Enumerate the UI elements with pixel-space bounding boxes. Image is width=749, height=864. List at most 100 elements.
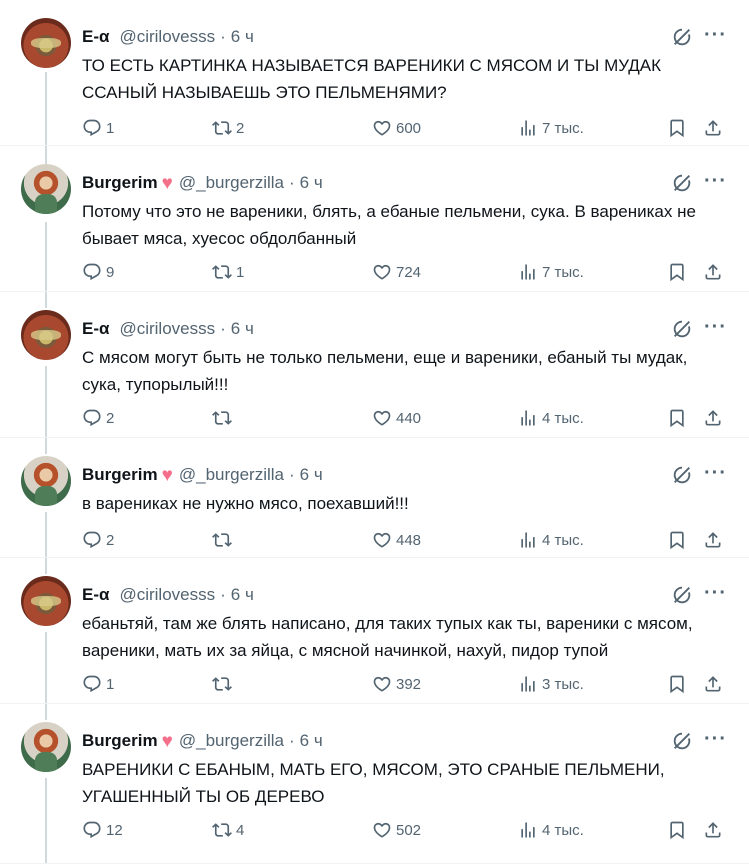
- reply-count: 2: [106, 409, 115, 427]
- share-button[interactable]: [703, 262, 727, 282]
- grok-icon[interactable]: [671, 730, 693, 752]
- like-button[interactable]: 392: [372, 674, 421, 694]
- views-count: 4 тыс.: [542, 821, 584, 839]
- views-button[interactable]: 3 тыс.: [518, 674, 584, 694]
- bookmark-button[interactable]: [667, 674, 691, 694]
- retweet-button[interactable]: 4: [212, 820, 244, 840]
- author-name[interactable]: E-α: [82, 319, 109, 339]
- reply-button[interactable]: 9: [82, 262, 114, 282]
- author-handle[interactable]: @_burgerzilla: [179, 731, 284, 751]
- author-handle[interactable]: @cirilovesss: [119, 319, 215, 339]
- tweet-header: E-α @cirilovesss · 6 ч: [82, 318, 729, 340]
- bookmark-icon: [667, 530, 687, 550]
- tweet-text: ВАРЕНИКИ С ЕБАНЫМ, МАТЬ ЕГО, МЯСОМ, ЭТО …: [82, 760, 665, 806]
- action-bar: 2 440 4 тыс.: [82, 408, 727, 432]
- grok-icon[interactable]: [671, 584, 693, 606]
- reply-button[interactable]: 12: [82, 820, 123, 840]
- like-count: 502: [396, 821, 422, 839]
- tweet-text: С мясом могут быть не только пельмени, е…: [82, 348, 688, 394]
- timestamp[interactable]: 6 ч: [231, 319, 254, 339]
- share-button[interactable]: [703, 408, 727, 428]
- more-icon[interactable]: ···: [704, 24, 727, 47]
- tweet[interactable]: Burgerim ♥ @_burgerzilla · 6 ч ··· ВАРЕН…: [0, 704, 749, 864]
- bookmark-button[interactable]: [667, 118, 691, 138]
- author-handle[interactable]: @cirilovesss: [119, 27, 215, 47]
- retweet-button[interactable]: [212, 408, 236, 428]
- grok-icon[interactable]: [671, 26, 693, 48]
- share-button[interactable]: [703, 674, 727, 694]
- reply-button[interactable]: 2: [82, 530, 114, 550]
- grok-icon[interactable]: [671, 172, 693, 194]
- more-icon[interactable]: ···: [704, 462, 727, 485]
- reply-button[interactable]: 1: [82, 118, 114, 138]
- timestamp[interactable]: 6 ч: [300, 731, 323, 751]
- grok-icon[interactable]: [671, 464, 693, 486]
- like-button[interactable]: 502: [372, 820, 421, 840]
- tweet[interactable]: E-α @cirilovesss · 6 ч ··· ТО ЕСТЬ КАРТИ…: [0, 0, 749, 146]
- avatar[interactable]: [21, 722, 71, 772]
- avatar[interactable]: [21, 164, 71, 214]
- heart-icon: [372, 118, 392, 138]
- author-name[interactable]: Burgerim: [82, 465, 158, 485]
- like-button[interactable]: 448: [372, 530, 421, 550]
- timestamp[interactable]: 6 ч: [300, 465, 323, 485]
- author-name[interactable]: E-α: [82, 585, 109, 605]
- timestamp[interactable]: 6 ч: [231, 27, 254, 47]
- bookmark-button[interactable]: [667, 530, 691, 550]
- tweet[interactable]: E-α @cirilovesss · 6 ч ··· ебаньтяй, там…: [0, 558, 749, 704]
- more-icon[interactable]: ···: [704, 170, 727, 193]
- like-button[interactable]: 600: [372, 118, 421, 138]
- views-button[interactable]: 4 тыс.: [518, 408, 584, 428]
- bookmark-button[interactable]: [667, 820, 691, 840]
- grok-icon[interactable]: [671, 318, 693, 340]
- reply-button[interactable]: 1: [82, 674, 114, 694]
- retweet-icon: [212, 530, 232, 550]
- like-count: 440: [396, 409, 422, 427]
- tweet-header: E-α @cirilovesss · 6 ч: [82, 26, 729, 48]
- separator-dot: ·: [289, 731, 295, 750]
- separator-dot: ·: [220, 319, 226, 338]
- views-button[interactable]: 4 тыс.: [518, 530, 584, 550]
- separator-dot: ·: [289, 465, 295, 484]
- bookmark-button[interactable]: [667, 408, 691, 428]
- retweet-count: 4: [236, 821, 245, 839]
- bookmark-button[interactable]: [667, 262, 691, 282]
- more-icon[interactable]: ···: [704, 582, 727, 605]
- like-button[interactable]: 724: [372, 262, 421, 282]
- views-button[interactable]: 4 тыс.: [518, 820, 584, 840]
- avatar[interactable]: [21, 310, 71, 360]
- retweet-button[interactable]: [212, 674, 236, 694]
- views-button[interactable]: 7 тыс.: [518, 118, 584, 138]
- retweet-button[interactable]: 2: [212, 118, 244, 138]
- tweet-header: E-α @cirilovesss · 6 ч: [82, 584, 729, 606]
- tweet[interactable]: Burgerim ♥ @_burgerzilla · 6 ч ··· в вар…: [0, 438, 749, 558]
- separator-dot: ·: [289, 173, 295, 192]
- author-handle[interactable]: @cirilovesss: [119, 585, 215, 605]
- timestamp[interactable]: 6 ч: [231, 585, 254, 605]
- tweet[interactable]: Burgerim ♥ @_burgerzilla · 6 ч ··· Потом…: [0, 146, 749, 292]
- retweet-button[interactable]: [212, 530, 236, 550]
- tweet[interactable]: E-α @cirilovesss · 6 ч ··· С мясом могут…: [0, 292, 749, 438]
- tweet-header: Burgerim ♥ @_burgerzilla · 6 ч: [82, 172, 729, 194]
- like-count: 392: [396, 675, 422, 693]
- author-name[interactable]: E-α: [82, 27, 109, 47]
- author-handle[interactable]: @_burgerzilla: [179, 465, 284, 485]
- timestamp[interactable]: 6 ч: [300, 173, 323, 193]
- share-button[interactable]: [703, 118, 727, 138]
- retweet-button[interactable]: 1: [212, 262, 244, 282]
- bookmark-icon: [667, 262, 687, 282]
- like-button[interactable]: 440: [372, 408, 421, 428]
- author-handle[interactable]: @_burgerzilla: [179, 173, 284, 193]
- author-name[interactable]: Burgerim: [82, 731, 158, 751]
- reply-button[interactable]: 2: [82, 408, 114, 428]
- share-button[interactable]: [703, 530, 727, 550]
- avatar[interactable]: [21, 456, 71, 506]
- share-icon: [703, 262, 723, 282]
- author-name[interactable]: Burgerim: [82, 173, 158, 193]
- avatar[interactable]: [21, 576, 71, 626]
- avatar[interactable]: [21, 18, 71, 68]
- more-icon[interactable]: ···: [704, 728, 727, 751]
- views-button[interactable]: 7 тыс.: [518, 262, 584, 282]
- more-icon[interactable]: ···: [704, 316, 727, 339]
- share-button[interactable]: [703, 820, 727, 840]
